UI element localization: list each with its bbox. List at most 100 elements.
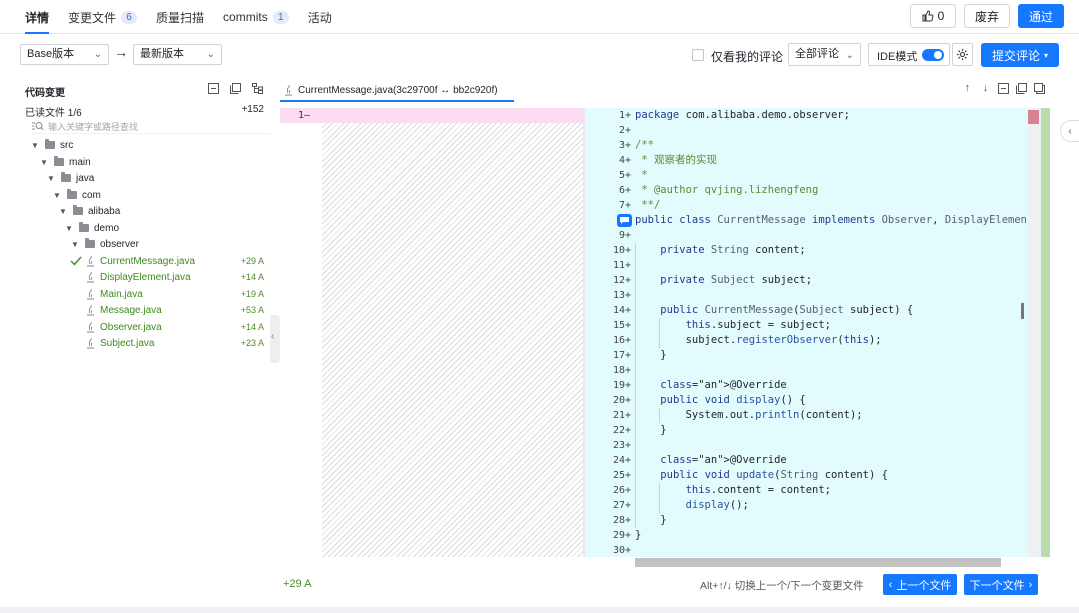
- code-text[interactable]: this.subject = subject;: [635, 318, 831, 333]
- add-comment-icon[interactable]: [617, 214, 632, 227]
- overview-ruler[interactable]: [1027, 108, 1041, 557]
- tree-file-main[interactable]: Main.java +19 A: [86, 286, 264, 302]
- code-text[interactable]: *: [635, 168, 647, 183]
- new-line-number[interactable]: 20+: [601, 393, 631, 408]
- code-text[interactable]: * 观察者的实现: [635, 153, 717, 168]
- tree-file-current-message[interactable]: CurrentMessage.java +29 A: [70, 253, 264, 269]
- code-text[interactable]: }: [635, 528, 641, 543]
- code-text[interactable]: public void update(String content) {: [635, 468, 888, 483]
- new-line-number[interactable]: 21+: [601, 408, 631, 423]
- code-text[interactable]: subject.registerObserver(this);: [635, 333, 882, 348]
- new-line-number[interactable]: 11+: [601, 258, 631, 273]
- copy-icon[interactable]: [998, 83, 1009, 94]
- tree-folder-demo[interactable]: ▼ demo: [65, 220, 119, 236]
- new-line-number[interactable]: 25+: [601, 468, 631, 483]
- new-line-number[interactable]: 2+: [601, 123, 631, 138]
- new-line-number[interactable]: 15+: [601, 318, 631, 333]
- file-search[interactable]: 输入关键字或路径查找: [30, 118, 270, 134]
- new-line-number[interactable]: 13+: [601, 288, 631, 303]
- tree-view-icon[interactable]: [252, 83, 264, 95]
- new-line-number[interactable]: 27+: [601, 498, 631, 513]
- new-line-number[interactable]: 28+: [601, 513, 631, 528]
- tab-details[interactable]: 详情: [25, 0, 50, 34]
- tree-folder-com[interactable]: ▼ com: [53, 187, 101, 203]
- collapse-icon[interactable]: [1016, 83, 1027, 94]
- code-text[interactable]: public CurrentMessage(Subject subject) {: [635, 303, 913, 318]
- approve-button[interactable]: 通过: [1018, 4, 1064, 28]
- new-line-number[interactable]: 12+: [601, 273, 631, 288]
- new-line-number[interactable]: 17+: [601, 348, 631, 363]
- tab-commits[interactable]: commits 1: [223, 0, 289, 34]
- comment-filter-select[interactable]: 全部评论 ⌄: [788, 43, 861, 66]
- code-text[interactable]: class="an">@Override: [635, 378, 786, 393]
- new-line-number[interactable]: 14+: [601, 303, 631, 318]
- code-text[interactable]: /**: [635, 138, 654, 153]
- new-line-number[interactable]: 9+: [601, 228, 631, 243]
- tree-file-message[interactable]: Message.java +53 A: [86, 302, 264, 318]
- new-line-number[interactable]: 5+: [601, 168, 631, 183]
- code-text[interactable]: this.content = content;: [635, 483, 831, 498]
- only-mine-checkbox[interactable]: [692, 49, 704, 61]
- settings-button[interactable]: [952, 43, 973, 66]
- tree-folder-java[interactable]: ▼ java: [47, 170, 94, 186]
- code-text[interactable]: }: [635, 348, 666, 363]
- tree-file-observer[interactable]: Observer.java +14 A: [86, 319, 264, 335]
- code-text[interactable]: * @author qvjing.lizhengfeng: [635, 183, 818, 198]
- ide-mode-switch[interactable]: IDE模式: [868, 43, 950, 66]
- right-panel-toggle[interactable]: ‹: [1060, 120, 1079, 142]
- tree-file-subject[interactable]: Subject.java +23 A: [86, 335, 264, 351]
- new-line-number[interactable]: 19+: [601, 378, 631, 393]
- submit-comment-button[interactable]: 提交评论 ▾: [981, 43, 1059, 67]
- tree-folder-src[interactable]: ▼ src: [31, 137, 73, 153]
- new-line-number[interactable]: 29+: [601, 528, 631, 543]
- arrow-up-icon[interactable]: ↑: [962, 83, 973, 94]
- new-line-number[interactable]: 23+: [601, 438, 631, 453]
- duplicate-icon[interactable]: [1034, 83, 1045, 94]
- code-line: 6+ * @author qvjing.lizhengfeng: [585, 183, 1027, 198]
- discard-button[interactable]: 废弃: [964, 4, 1010, 28]
- like-button[interactable]: 0: [910, 4, 956, 28]
- new-line-number[interactable]: 30+: [601, 543, 631, 557]
- new-line-number[interactable]: 16+: [601, 333, 631, 348]
- copy-icon[interactable]: [230, 83, 242, 95]
- new-line-number[interactable]: 10+: [601, 243, 631, 258]
- tab-changed-files[interactable]: 变更文件 6: [68, 0, 138, 34]
- code-text[interactable]: class="an">@Override: [635, 453, 786, 468]
- code-text[interactable]: display();: [635, 498, 749, 513]
- collapse-all-icon[interactable]: [208, 83, 220, 95]
- tree-folder-observer[interactable]: ▼ observer: [71, 236, 139, 252]
- horizontal-scrollbar[interactable]: [635, 558, 1001, 567]
- code-text[interactable]: }: [635, 513, 666, 528]
- open-file-tab[interactable]: CurrentMessage.java(3c29700f ↔ bb2c920f): [280, 80, 514, 102]
- code-text[interactable]: }: [635, 423, 666, 438]
- tab-quality-scan[interactable]: 质量扫描: [156, 0, 204, 34]
- new-line-number[interactable]: 26+: [601, 483, 631, 498]
- ide-mode-toggle[interactable]: [922, 49, 944, 61]
- prev-file-button[interactable]: ‹ 上一个文件: [883, 574, 957, 595]
- code-text[interactable]: public class CurrentMessage implements O…: [635, 213, 1027, 228]
- code-text[interactable]: package com.alibaba.demo.observer;: [635, 108, 850, 123]
- code-text[interactable]: System.out.println(content);: [635, 408, 863, 423]
- new-line-number[interactable]: 4+: [601, 153, 631, 168]
- code-text[interactable]: private Subject subject;: [635, 273, 812, 288]
- next-file-button[interactable]: 下一个文件 ›: [964, 574, 1038, 595]
- new-line-number[interactable]: 1+: [601, 108, 631, 123]
- tree-folder-alibaba[interactable]: ▼ alibaba: [59, 203, 120, 219]
- new-line-number[interactable]: 6+: [601, 183, 631, 198]
- new-line-number[interactable]: 7+: [601, 198, 631, 213]
- new-line-number[interactable]: 3+: [601, 138, 631, 153]
- vertical-scroll-thumb[interactable]: [1021, 303, 1024, 319]
- tab-activity[interactable]: 活动: [308, 0, 332, 34]
- code-text[interactable]: private String content;: [635, 243, 805, 258]
- code-text[interactable]: public void display() {: [635, 393, 805, 408]
- base-version-select[interactable]: Base版本 ⌄: [20, 44, 109, 65]
- new-line-number[interactable]: 22+: [601, 423, 631, 438]
- tree-folder-main[interactable]: ▼ main: [40, 154, 91, 170]
- code-text[interactable]: **/: [635, 198, 660, 213]
- latest-version-select[interactable]: 最新版本 ⌄: [133, 44, 222, 65]
- arrow-down-icon[interactable]: ↓: [980, 83, 991, 94]
- panel-collapse-handle[interactable]: ‹: [270, 315, 280, 363]
- new-line-number[interactable]: 18+: [601, 363, 631, 378]
- tree-file-display-element[interactable]: DisplayElement.java +14 A: [86, 269, 264, 285]
- new-line-number[interactable]: 24+: [601, 453, 631, 468]
